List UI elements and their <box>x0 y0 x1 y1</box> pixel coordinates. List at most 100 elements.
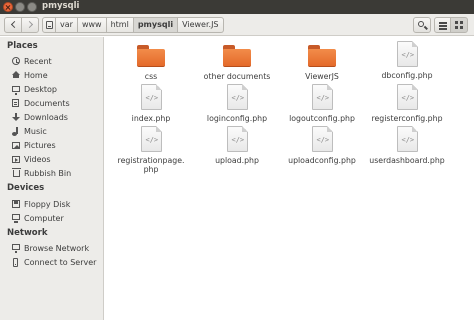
file-label: loginconfig.php <box>206 114 268 123</box>
breadcrumb-pmysqli[interactable]: pmysqli <box>133 17 179 33</box>
file-item-userdashboard[interactable]: </> userdashboard.php <box>367 126 447 165</box>
file-item-index[interactable]: </> index.php <box>111 84 191 123</box>
grid-icon-dot <box>455 26 458 29</box>
sidebar-item-computer[interactable]: Computer <box>0 212 103 225</box>
sidebar-item-browse-network[interactable]: Browse Network <box>0 242 103 255</box>
grid-view-button[interactable] <box>450 17 468 33</box>
list-icon <box>439 22 447 24</box>
file-label: index.php <box>131 114 171 123</box>
sidebar-item-music[interactable]: Music <box>0 125 103 138</box>
list-view-button[interactable] <box>434 17 451 33</box>
file-item-upload[interactable]: </> upload.php <box>197 126 277 165</box>
maximize-window-icon[interactable] <box>27 2 37 12</box>
clock-icon <box>12 57 20 65</box>
grid-icon-dot <box>460 26 463 29</box>
sidebar-item-home[interactable]: Home <box>0 69 103 82</box>
folder-item-css[interactable]: css <box>111 45 191 81</box>
sidebar-item-label: Connect to Server <box>24 258 97 267</box>
forward-button[interactable] <box>21 17 39 33</box>
file-item-logoutconfig[interactable]: </> logoutconfig.php <box>282 84 362 123</box>
php-file-icon: </> <box>226 126 248 152</box>
php-file-icon: </> <box>396 126 418 152</box>
list-icon-line <box>439 28 447 30</box>
toolbar: var www html pmysqli Viewer.JS <box>0 14 474 36</box>
window-title: pmysqli <box>42 1 80 11</box>
music-icon <box>12 127 18 136</box>
php-file-icon: </> <box>396 84 418 110</box>
file-label: ViewerJS <box>305 72 339 81</box>
file-item-registrationpage[interactable]: </> registrationpage. php <box>111 126 191 174</box>
minimize-window-icon[interactable] <box>15 2 25 12</box>
file-label: other documents <box>203 72 271 81</box>
devices-heading: Devices <box>7 183 45 193</box>
grid-icon <box>455 21 458 24</box>
sidebar: Places Recent Home Desktop Documents Dow… <box>0 37 104 320</box>
search-icon <box>418 21 424 27</box>
breadcrumb-root-button[interactable] <box>42 17 56 33</box>
folder-icon <box>308 45 336 67</box>
php-file-icon: </> <box>140 84 162 110</box>
file-label: css <box>144 72 158 81</box>
file-label: logoutconfig.php <box>289 114 355 123</box>
breadcrumb: var www html pmysqli Viewer.JS <box>42 17 224 33</box>
close-window-icon[interactable] <box>3 2 13 12</box>
sidebar-item-label: Videos <box>24 155 51 164</box>
folder-item-other-documents[interactable]: other documents <box>197 45 277 81</box>
php-file-icon: </> <box>311 84 333 110</box>
sidebar-item-pictures[interactable]: Pictures <box>0 139 103 152</box>
breadcrumb-var[interactable]: var <box>56 17 78 33</box>
sidebar-item-rubbish-bin[interactable]: Rubbish Bin <box>0 167 103 180</box>
sidebar-item-downloads[interactable]: Downloads <box>0 111 103 124</box>
breadcrumb-www[interactable]: www <box>77 17 107 33</box>
file-label: upload.php <box>215 156 259 165</box>
sidebar-item-label: Music <box>24 127 47 136</box>
downloads-icon <box>12 113 20 121</box>
breadcrumb-html[interactable]: html <box>106 17 134 33</box>
sidebar-item-documents[interactable]: Documents <box>0 97 103 110</box>
grid-icon-dot <box>460 21 463 24</box>
floppy-icon <box>12 200 20 208</box>
drive-icon <box>46 21 53 29</box>
sidebar-item-label: Desktop <box>24 85 57 94</box>
server-icon <box>13 258 18 267</box>
file-label: registrationpage. php <box>117 156 185 174</box>
pictures-icon <box>12 142 20 149</box>
places-heading: Places <box>7 41 38 51</box>
network-heading: Network <box>7 228 48 238</box>
computer-icon <box>12 214 20 223</box>
chevron-left-icon <box>10 20 19 29</box>
file-item-registerconfig[interactable]: </> registerconfig.php <box>367 84 447 123</box>
file-label: dbconfig.php <box>381 71 433 80</box>
trash-icon <box>12 168 21 177</box>
sidebar-item-label: Downloads <box>24 113 68 122</box>
file-item-dbconfig[interactable]: </> dbconfig.php <box>367 41 447 80</box>
file-item-loginconfig[interactable]: </> loginconfig.php <box>197 84 277 123</box>
sidebar-item-label: Home <box>24 71 48 80</box>
sidebar-item-recent[interactable]: Recent <box>0 55 103 68</box>
php-file-icon: </> <box>311 126 333 152</box>
sidebar-item-desktop[interactable]: Desktop <box>0 83 103 96</box>
home-icon <box>12 71 20 78</box>
breadcrumb-viewerjs[interactable]: Viewer.JS <box>178 17 224 33</box>
title-bar: pmysqli <box>0 0 474 14</box>
back-button[interactable] <box>4 17 22 33</box>
sidebar-item-label: Floppy Disk <box>24 200 71 209</box>
file-grid: css other documents ViewerJS </> dbconfi… <box>105 37 474 320</box>
sidebar-item-label: Computer <box>24 214 64 223</box>
desktop-icon <box>12 86 20 95</box>
folder-item-viewerjs[interactable]: ViewerJS <box>282 45 362 81</box>
documents-icon <box>12 99 19 107</box>
file-item-uploadconfig[interactable]: </> uploadconfig.php <box>282 126 362 165</box>
list-icon-line <box>439 25 447 27</box>
php-file-icon: </> <box>396 41 418 67</box>
sidebar-item-label: Recent <box>24 57 52 66</box>
sidebar-item-videos[interactable]: Videos <box>0 153 103 166</box>
sidebar-item-floppy-disk[interactable]: Floppy Disk <box>0 198 103 211</box>
sidebar-item-label: Browse Network <box>24 244 90 253</box>
sidebar-item-connect-to-server[interactable]: Connect to Server <box>0 256 103 269</box>
sidebar-item-label: Pictures <box>24 141 56 150</box>
search-button[interactable] <box>413 17 431 33</box>
videos-icon <box>12 156 20 163</box>
php-file-icon: </> <box>140 126 162 152</box>
file-label: uploadconfig.php <box>288 156 356 165</box>
